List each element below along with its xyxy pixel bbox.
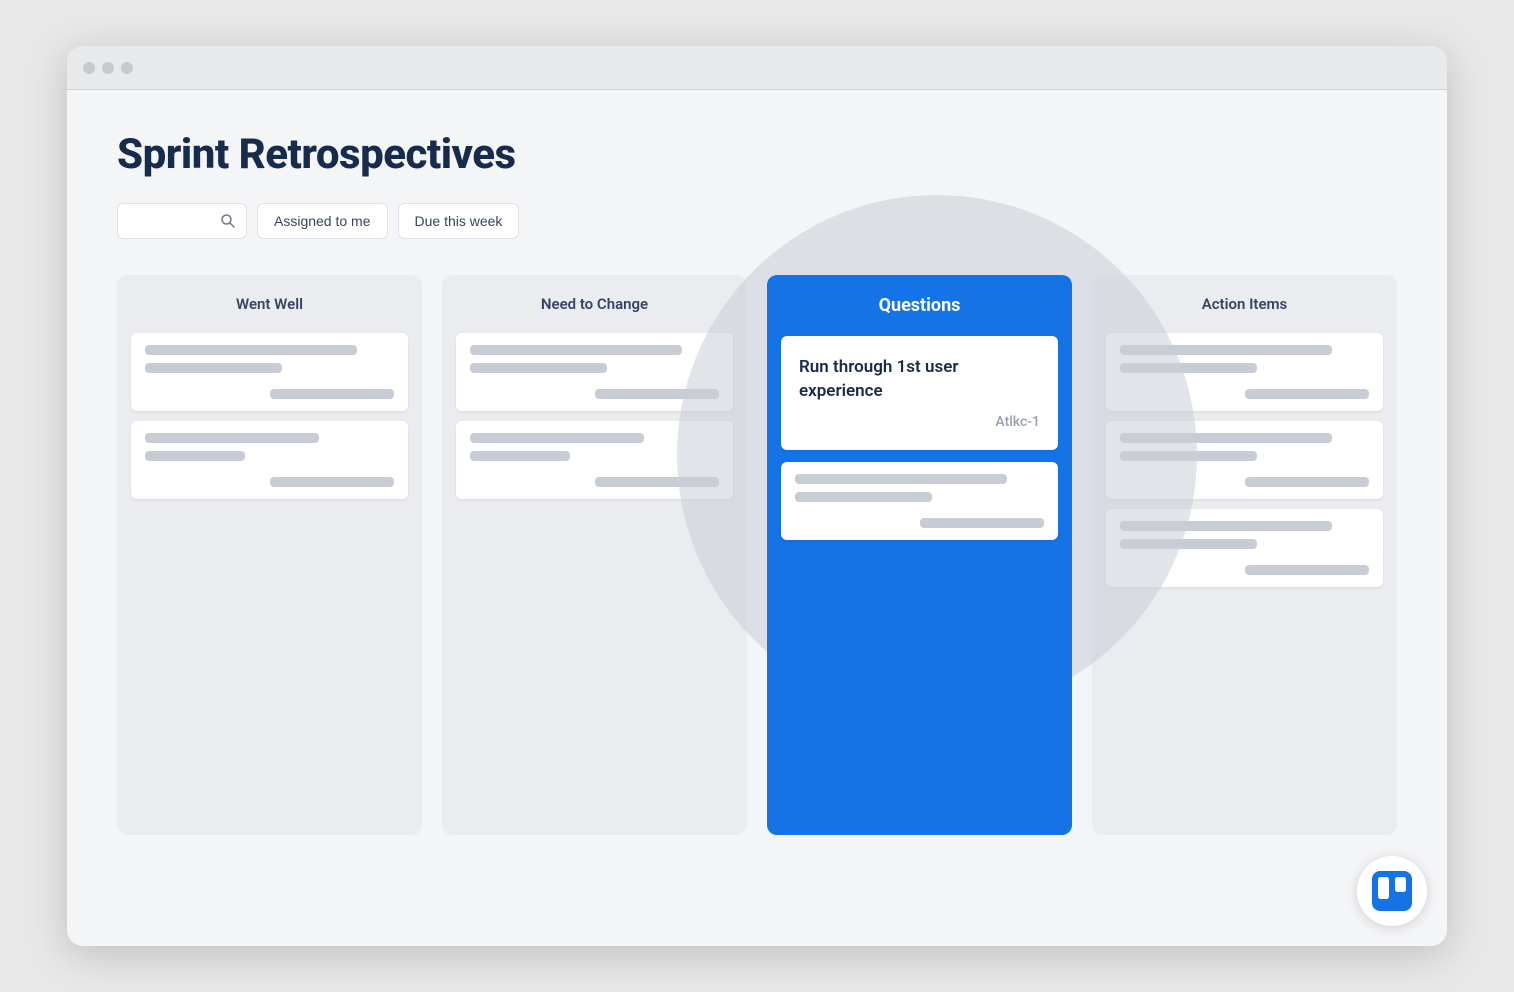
card-line [1120,521,1332,531]
page-title: Sprint Retrospectives [117,130,1397,179]
column-went-well: Went Well [117,275,422,835]
card-bottom-line [595,477,720,487]
browser-window: Sprint Retrospectives Assigned to me Due… [67,46,1447,946]
card-bottom-line [920,518,1045,528]
browser-titlebar [67,46,1447,90]
column-action-items-header: Action Items [1106,291,1383,317]
card-line [795,474,1007,484]
card-line [145,433,319,443]
card-bottom-line [595,389,720,399]
card-line [1120,345,1332,355]
trello-logo-icon [1372,871,1412,911]
board-container: Went Well Need to Change [117,275,1397,835]
browser-dot-yellow [102,62,114,74]
card-nc-2[interactable] [456,421,733,499]
column-questions-header: Questions [781,291,1058,320]
card-nc-1[interactable] [456,333,733,411]
card-bottom-line [1245,477,1370,487]
card-line [795,492,932,502]
column-questions: Questions Run through 1st user experienc… [767,275,1072,835]
assigned-to-me-filter[interactable]: Assigned to me [257,203,388,239]
column-action-items: Action Items [1092,275,1397,835]
card-bottom-line [1245,389,1370,399]
featured-card-id: Atlkc-1 [799,414,1040,430]
browser-dots [83,62,133,74]
card-line [1120,539,1257,549]
featured-card[interactable]: Run through 1st user experience Atlkc-1 [781,336,1058,450]
column-went-well-header: Went Well [131,291,408,317]
card-ai-1[interactable] [1106,333,1383,411]
card-line [1120,433,1332,443]
browser-dot-green [121,62,133,74]
card-line [470,451,570,461]
card-line [145,345,357,355]
column-need-to-change: Need to Change [442,275,747,835]
card-line [1120,363,1257,373]
card-q-2[interactable] [781,462,1058,540]
trello-badge [1357,856,1427,926]
browser-dot-red [83,62,95,74]
card-line [1120,451,1257,461]
card-line [470,363,607,373]
card-line [470,345,682,355]
browser-content: Sprint Retrospectives Assigned to me Due… [67,90,1447,946]
card-ww-1[interactable] [131,333,408,411]
card-ww-2[interactable] [131,421,408,499]
card-bottom-line [1245,565,1370,575]
column-need-to-change-header: Need to Change [456,291,733,317]
featured-card-title: Run through 1st user experience [799,356,1040,404]
card-bottom-line [270,477,395,487]
due-this-week-filter[interactable]: Due this week [398,203,520,239]
card-line [145,363,282,373]
search-box[interactable] [117,203,247,239]
card-ai-2[interactable] [1106,421,1383,499]
search-icon [220,213,236,229]
card-bottom-line [270,389,395,399]
card-line [145,451,245,461]
toolbar: Assigned to me Due this week [117,203,1397,239]
card-ai-3[interactable] [1106,509,1383,587]
card-line [470,433,644,443]
